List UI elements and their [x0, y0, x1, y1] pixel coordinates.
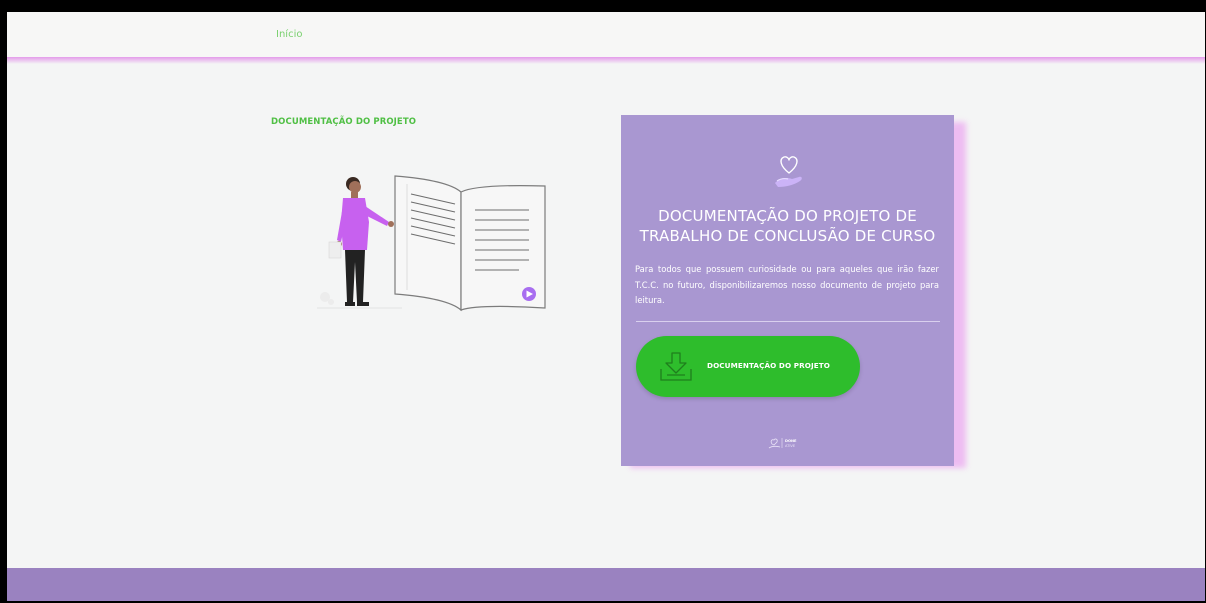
card-heading-line-2: TRABALHO DE CONCLUSÃO DE CURSO	[639, 227, 936, 245]
nav-shadow	[7, 57, 1205, 64]
svg-text:ATIVE: ATIVE	[785, 444, 796, 448]
page-footer	[7, 568, 1205, 601]
person-reading-book-illustration	[307, 162, 547, 312]
card-heading-line-1: DOCUMENTAÇÃO DO PROJETO DE	[658, 207, 917, 225]
heart-hand-icon	[772, 153, 806, 189]
card-heading: DOCUMENTAÇÃO DO PROJETO DE TRABALHO DE C…	[621, 206, 954, 246]
download-button-label: DOCUMENTAÇÃO DO PROJETO	[707, 361, 831, 370]
card-description: Para todos que possuem curiosidade ou pa…	[635, 264, 939, 305]
download-documentation-button[interactable]: DOCUMENTAÇÃO DO PROJETO	[636, 336, 860, 397]
page-frame: Início DOCUMENTAÇÃO DO PROJETO DOCUMENTA…	[7, 12, 1205, 601]
top-navigation: Início	[7, 12, 1205, 57]
nav-link-home[interactable]: Início	[276, 29, 302, 40]
brand-logo: DONE ATIVE	[768, 435, 812, 449]
documentation-card: DOCUMENTAÇÃO DO PROJETO DE TRABALHO DE C…	[621, 115, 954, 466]
section-title: DOCUMENTAÇÃO DO PROJETO	[271, 117, 417, 127]
download-icon	[658, 349, 694, 385]
card-divider	[636, 321, 940, 322]
svg-text:DONE: DONE	[785, 439, 797, 443]
